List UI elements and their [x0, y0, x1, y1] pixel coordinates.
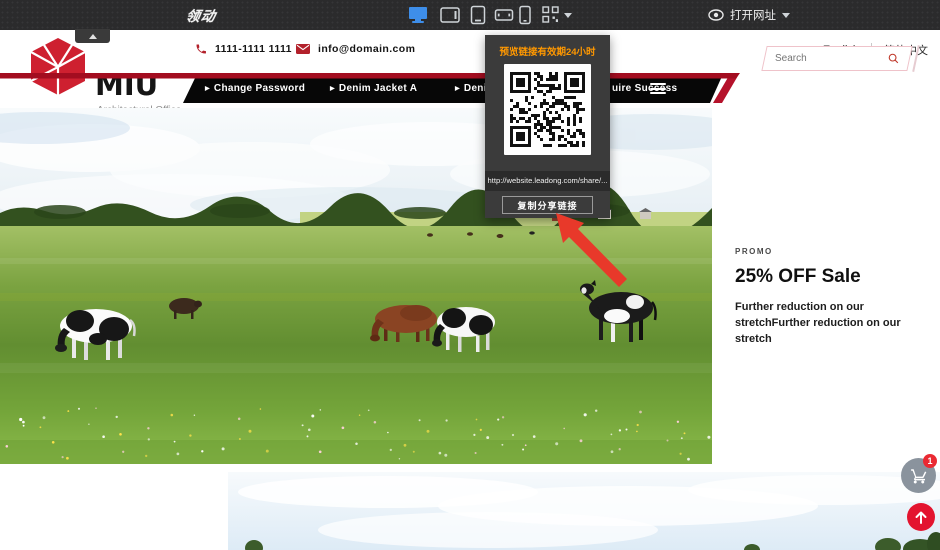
chevron-down-icon — [782, 13, 790, 18]
miu-cube-logo-icon — [26, 37, 90, 97]
search-input[interactable] — [775, 53, 880, 64]
nav-item-inquire-success[interactable]: uire Success — [612, 83, 677, 94]
promo-body: Further reduction on our stretchFurther … — [735, 300, 925, 348]
chevron-up-icon — [89, 34, 97, 39]
screen: 领动 — [0, 0, 940, 550]
chevron-down-icon — [564, 13, 572, 18]
qr-code-icon — [542, 6, 559, 23]
promo-block: PROMO 25% OFF Sale Further reduction on … — [735, 247, 925, 348]
email-contact[interactable]: info@domain.com — [296, 43, 415, 55]
leadong-logo[interactable]: 领动 — [184, 6, 218, 26]
triangle-right-icon: ▶ — [455, 85, 460, 92]
search-box — [761, 46, 912, 71]
cart-count-badge: 1 — [923, 454, 937, 468]
qr-share-menu-button[interactable] — [542, 5, 572, 25]
cart-button[interactable]: 1 — [901, 458, 936, 493]
builder-toolbar: 领动 — [0, 0, 940, 30]
device-tablet-portrait-button[interactable] — [466, 5, 490, 25]
device-tablet-landscape-button[interactable] — [438, 5, 462, 25]
back-to-top-button[interactable] — [907, 503, 935, 531]
qr-share-popup: 预览链接有效期24小时 http://website.leadong.com/s… — [485, 35, 610, 218]
secondary-image-sky — [228, 472, 940, 550]
cart-icon — [910, 467, 928, 485]
nav-item-change-password[interactable]: ▶Change Password — [205, 83, 305, 94]
search-icon[interactable] — [888, 51, 899, 66]
toolbar-collapse-button[interactable] — [75, 29, 110, 43]
open-site-label: 打开网址 — [730, 7, 776, 23]
phone-landscape-icon — [492, 5, 516, 25]
eye-icon — [708, 9, 724, 21]
envelope-icon — [296, 44, 310, 54]
tablet-landscape-icon — [438, 5, 462, 25]
triangle-right-icon: ▶ — [330, 85, 335, 92]
qr-popup-title: 预览链接有效期24小时 — [485, 44, 610, 58]
phone-contact[interactable]: 1111-1111 1111 — [195, 43, 292, 55]
hamburger-menu-icon[interactable] — [650, 83, 666, 94]
device-desktop-button[interactable] — [406, 5, 430, 25]
share-url: http://website.leadong.com/share/... — [485, 171, 610, 191]
phone-icon — [195, 43, 207, 55]
promo-title: 25% OFF Sale — [735, 266, 925, 288]
tablet-portrait-icon — [466, 5, 490, 25]
phone-portrait-icon — [516, 5, 534, 25]
device-phone-landscape-button[interactable] — [492, 5, 516, 25]
nav-item-denim-jacket-a[interactable]: ▶Denim Jacket A — [330, 83, 417, 94]
arrow-up-icon — [915, 511, 927, 524]
device-phone-portrait-button[interactable] — [516, 5, 534, 25]
open-site-button[interactable]: 打开网址 — [708, 6, 790, 24]
phone-number: 1111-1111 1111 — [215, 43, 292, 55]
promo-eyebrow: PROMO — [735, 247, 925, 256]
triangle-right-icon: ▶ — [205, 85, 210, 92]
copy-share-link-button[interactable]: 复制分享链接 — [502, 196, 593, 214]
desktop-icon — [406, 5, 430, 25]
header-red-bar — [0, 73, 740, 79]
qr-code — [504, 64, 591, 155]
email-address: info@domain.com — [318, 43, 415, 55]
